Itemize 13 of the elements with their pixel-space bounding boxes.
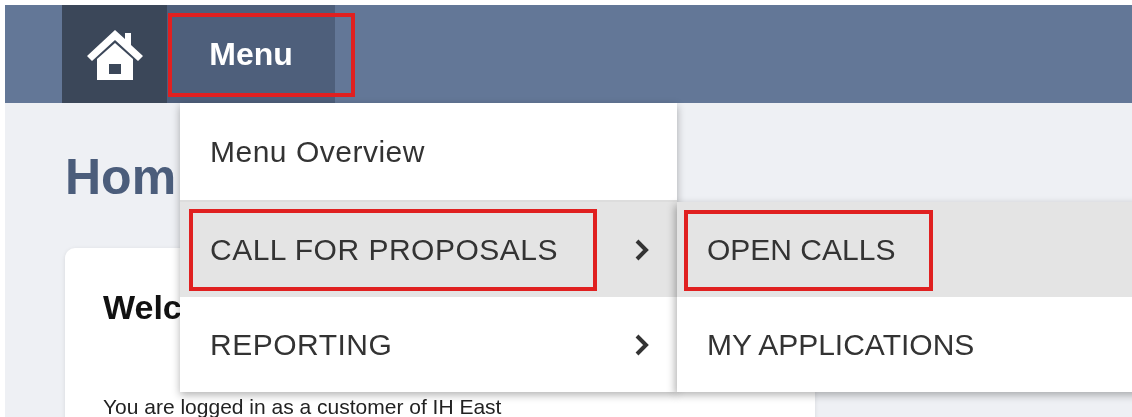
card-title: Welc <box>103 288 183 327</box>
menu-item-label: Menu Overview <box>210 134 425 169</box>
page-heading: Hom <box>65 148 177 206</box>
menu-item[interactable]: CALL FOR PROPOSALS <box>180 202 677 297</box>
menu-item-label: CALL FOR PROPOSALS <box>210 232 558 267</box>
menu-button[interactable]: Menu <box>167 5 335 103</box>
menu-item-label: REPORTING <box>210 327 393 362</box>
menu-item[interactable]: REPORTING <box>180 297 677 392</box>
submenu-item-label: OPEN CALLS <box>707 232 896 267</box>
submenu-item[interactable]: OPEN CALLS <box>677 202 1132 297</box>
home-button[interactable] <box>62 5 167 103</box>
submenu-item[interactable]: MY APPLICATIONS <box>677 297 1132 392</box>
submenu-item-label: MY APPLICATIONS <box>707 327 975 362</box>
